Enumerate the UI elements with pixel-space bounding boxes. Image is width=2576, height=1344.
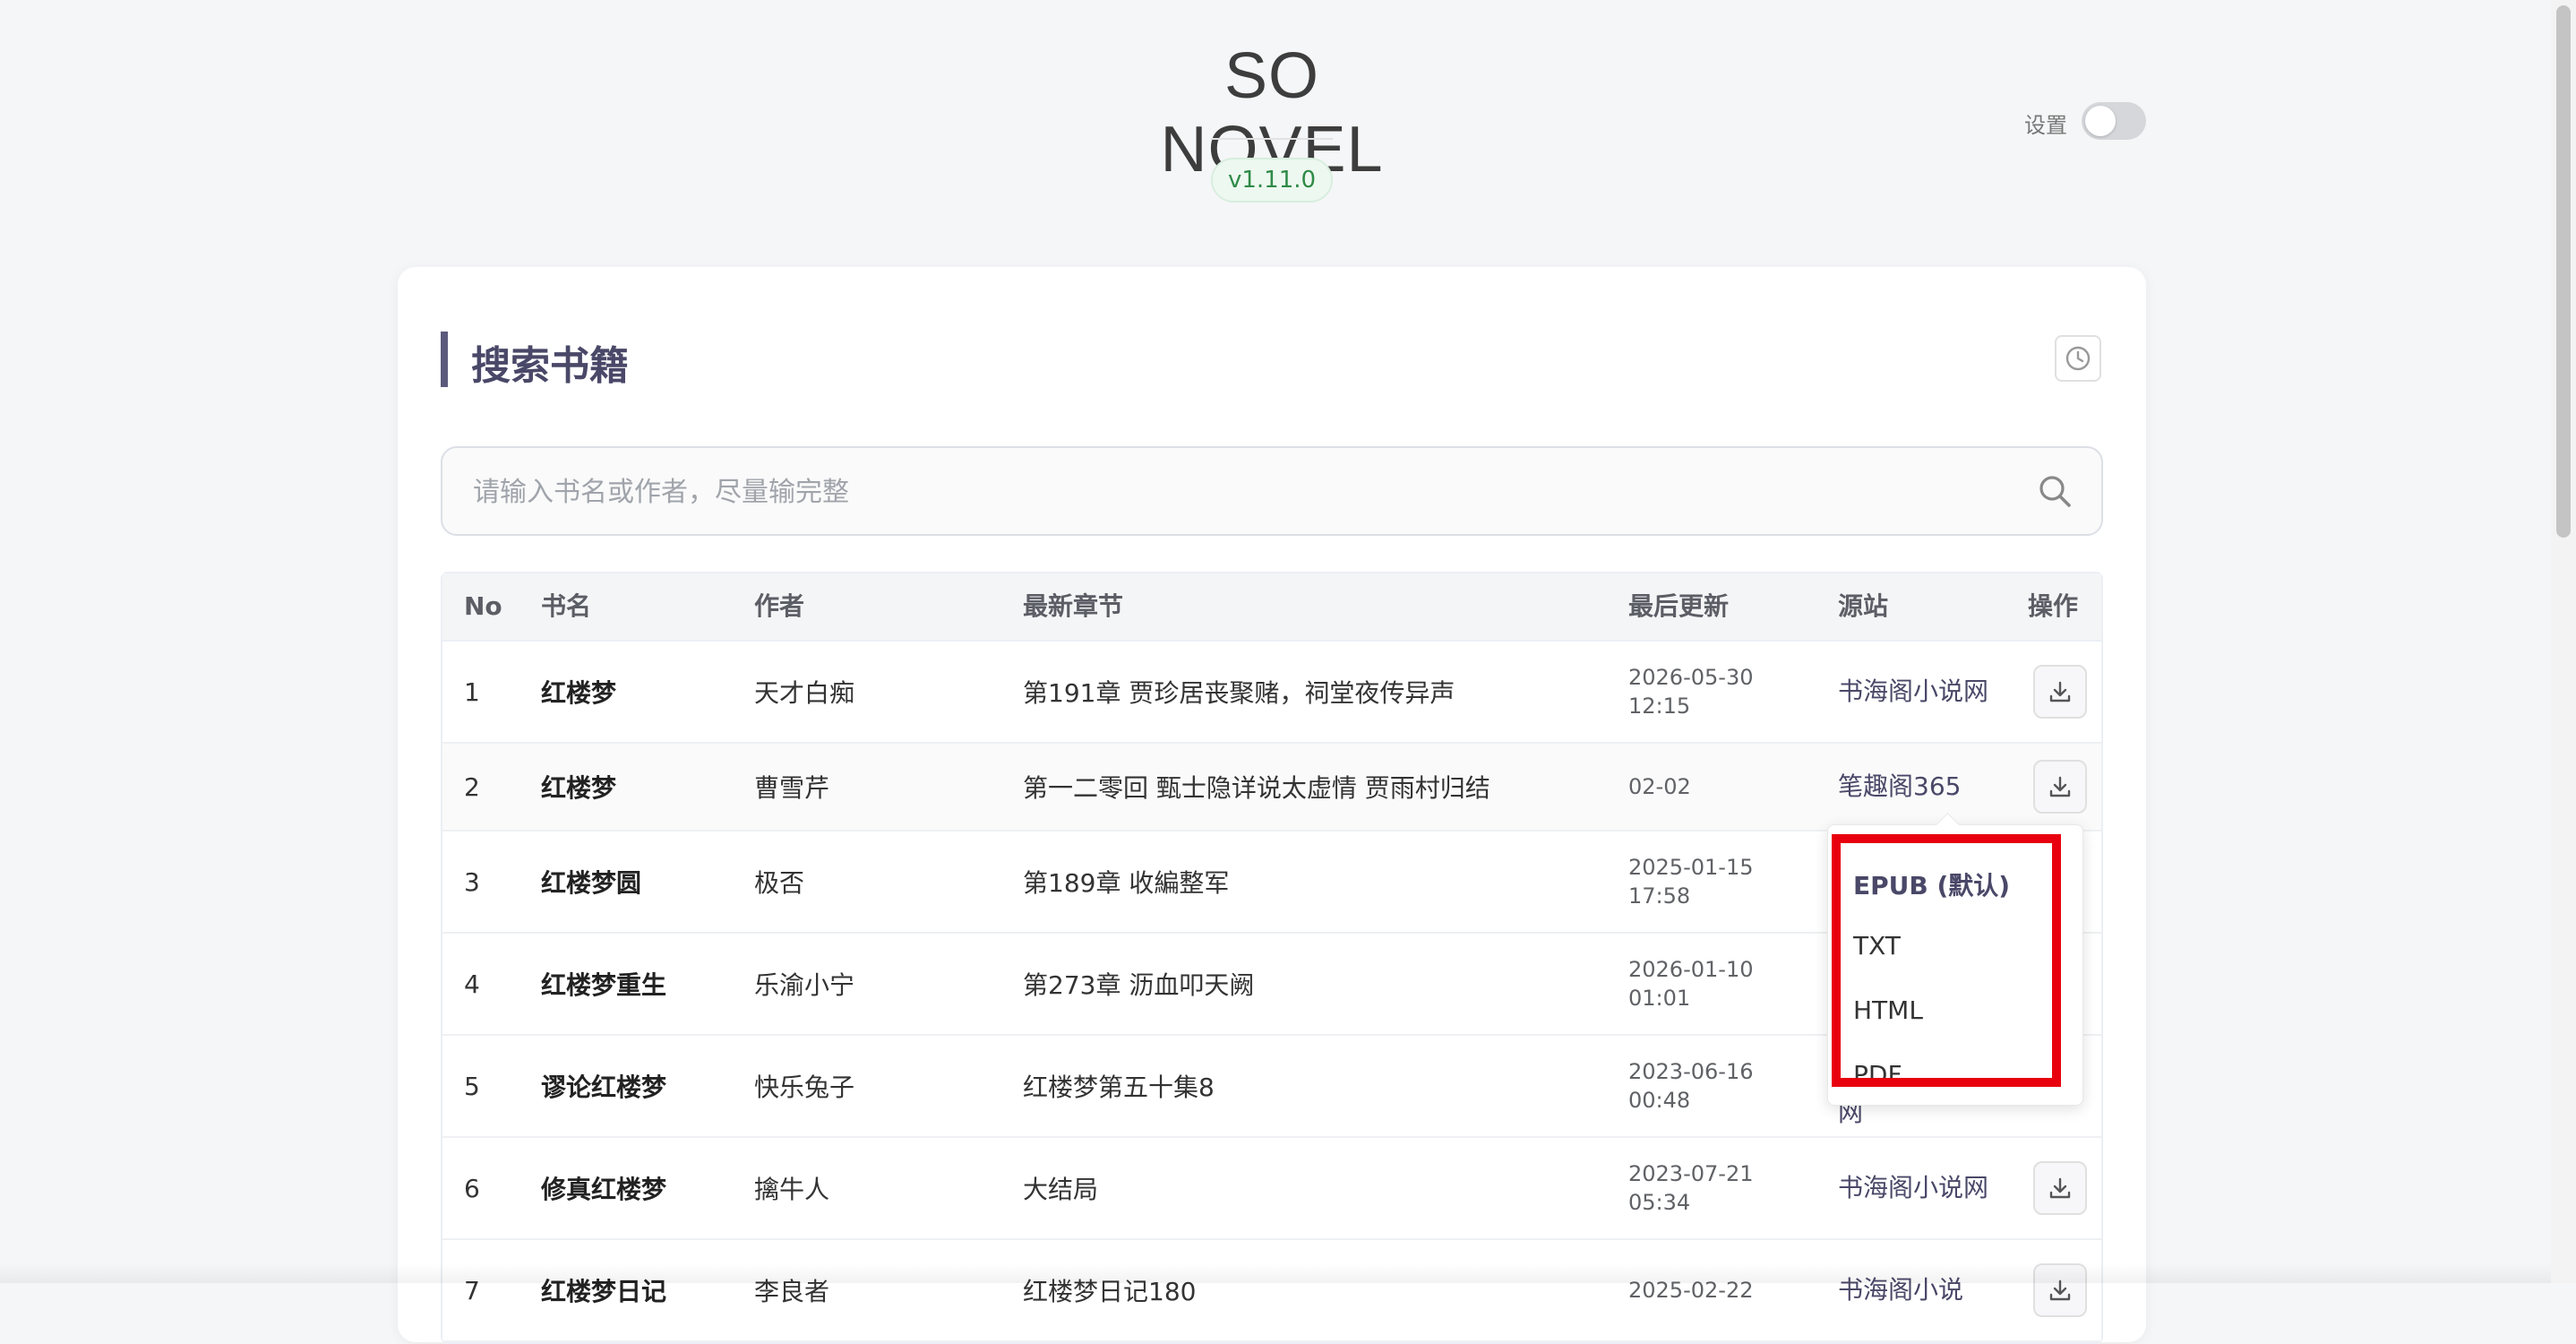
download-button[interactable]	[2033, 1161, 2087, 1215]
latest-chapter: 第191章 贾珍居丧聚赌，祠堂夜传异声	[1023, 678, 1455, 708]
row-number: 4	[464, 969, 480, 999]
search-box	[441, 446, 2103, 536]
column-header-latest-chapter: 最新章节	[1023, 591, 1124, 621]
book-title: 红楼梦重生	[541, 970, 667, 1000]
last-update: 2026-01-10 01:01	[1628, 957, 1754, 1011]
column-header-source: 源站	[1838, 591, 1889, 621]
last-update: 2026-05-30 12:15	[1628, 665, 1754, 719]
search-input[interactable]	[471, 466, 2015, 518]
menu-item-pdf[interactable]: PDF	[1853, 1060, 1902, 1090]
download-icon	[2049, 776, 2071, 797]
book-author: 曹雪芹	[754, 773, 830, 803]
row-number: 7	[464, 1275, 480, 1305]
table-row: 6 修真红楼梦 擒牛人 大结局 2023-07-21 05:34 书海阁小说网	[442, 1138, 2101, 1240]
section-title: 搜索书籍	[471, 343, 629, 389]
latest-chapter: 红楼梦第五十集8	[1023, 1073, 1215, 1102]
table-header: No 书名 作者 最新章节 最后更新 源站 操作	[442, 573, 2101, 642]
download-button[interactable]	[2033, 665, 2087, 719]
settings-toggle[interactable]	[2082, 102, 2146, 140]
source-site: 书海阁小说	[1838, 1275, 1964, 1305]
toggle-knob	[2085, 106, 2116, 136]
download-format-menu: EPUB (默认) TXT HTML PDF	[1827, 813, 2083, 1106]
column-header-author: 作者	[754, 591, 805, 621]
section-accent-bar	[441, 332, 448, 387]
row-number: 3	[464, 866, 480, 897]
latest-chapter: 红楼梦日记180	[1023, 1277, 1197, 1306]
latest-chapter: 第273章 沥血叩天阙	[1023, 970, 1255, 1000]
menu-item-txt[interactable]: TXT	[1853, 931, 1901, 961]
row-number: 2	[464, 771, 480, 802]
source-site: 书海阁小说网	[1838, 1173, 1989, 1202]
download-icon	[2049, 681, 2071, 702]
book-author: 擒牛人	[754, 1175, 830, 1204]
book-title: 红楼梦日记	[541, 1277, 667, 1306]
book-title: 红楼梦	[541, 678, 617, 708]
header: SO NOVEL v1.11.0 设置	[0, 0, 2544, 251]
column-header-no: No	[464, 591, 502, 621]
book-title: 谬论红楼梦	[541, 1073, 667, 1102]
page-scrollbar[interactable]	[2551, 0, 2576, 1283]
column-header-last-update: 最后更新	[1628, 591, 1730, 621]
last-update: 2025-02-22	[1628, 1278, 1754, 1303]
title-divider	[1211, 138, 1333, 140]
book-author: 天才白痴	[754, 678, 855, 708]
settings-label: 设置	[2024, 113, 2067, 138]
clock-icon	[2065, 346, 2091, 371]
book-author: 快乐兔子	[754, 1073, 855, 1102]
search-icon[interactable]	[2033, 470, 2076, 513]
last-update: 2023-07-21 05:34	[1628, 1161, 1754, 1215]
book-author: 极否	[754, 868, 805, 898]
last-update: 02-02	[1628, 774, 1691, 799]
book-title: 红楼梦	[541, 773, 617, 803]
book-title: 修真红楼梦	[541, 1175, 667, 1204]
download-button[interactable]	[2033, 760, 2087, 814]
menu-item-html[interactable]: HTML	[1853, 995, 1923, 1025]
latest-chapter: 大结局	[1023, 1175, 1099, 1204]
source-site: 书海阁小说网	[1838, 676, 1989, 706]
scrollbar-thumb[interactable]	[2556, 5, 2571, 538]
history-button[interactable]	[2055, 335, 2101, 382]
latest-chapter: 第一二零回 甄士隐详说太虚情 贾雨村归结	[1023, 773, 1490, 803]
source-site: 笔趣阁365	[1838, 771, 1962, 801]
version-badge: v1.11.0	[1211, 158, 1333, 202]
book-author: 乐渝小宁	[754, 970, 855, 1000]
row-number: 6	[464, 1173, 480, 1203]
table-row: 7 红楼梦日记 李良者 红楼梦日记180 2025-02-22 书海阁小说	[442, 1240, 2101, 1342]
book-title: 红楼梦圆	[541, 868, 642, 898]
search-card: 搜索书籍 No 书名 作者 最新章节 最后更新 源站 操作 1 红楼梦 天才白痴…	[398, 267, 2146, 1344]
menu-item-epub[interactable]: EPUB (默认)	[1853, 866, 2010, 902]
download-icon	[2049, 1177, 2071, 1199]
table-row: 2 红楼梦 曹雪芹 第一二零回 甄士隐详说太虚情 贾雨村归结 02-02 笔趣阁…	[442, 744, 2101, 831]
last-update: 2025-01-15 17:58	[1628, 855, 1754, 909]
bottom-shadow	[0, 1263, 2551, 1283]
row-number: 1	[464, 676, 480, 707]
column-header-title: 书名	[541, 591, 592, 621]
last-update: 2023-06-16 00:48	[1628, 1059, 1754, 1113]
row-number: 5	[464, 1071, 480, 1101]
latest-chapter: 第189章 收編整军	[1023, 868, 1230, 898]
book-author: 李良者	[754, 1277, 830, 1306]
column-header-action: 操作	[2028, 591, 2079, 621]
table-row: 1 红楼梦 天才白痴 第191章 贾珍居丧聚赌，祠堂夜传异声 2026-05-3…	[442, 642, 2101, 744]
